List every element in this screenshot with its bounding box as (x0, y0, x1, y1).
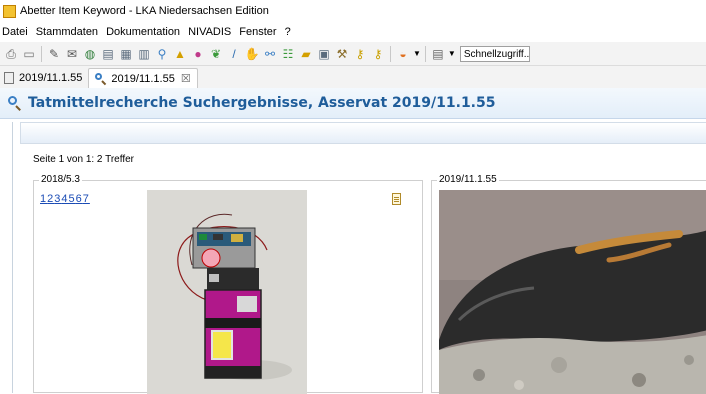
pen-icon[interactable]: / (227, 47, 241, 61)
page-link[interactable]: 4 (61, 193, 68, 205)
save-icon[interactable]: ▭ (22, 47, 36, 61)
clipboard-icon[interactable]: ▤ (101, 47, 115, 61)
tab-label: 2019/11.1.55 (111, 72, 175, 85)
page-title: Tatmittelrecherche Suchergebnisse, Asser… (28, 95, 496, 111)
device-image (147, 190, 307, 394)
close-icon[interactable]: ☒ (181, 72, 191, 85)
tab-label: 2019/11.1.55 (19, 72, 83, 84)
menu-stammdaten[interactable]: Stammdaten (32, 26, 102, 38)
tab-search-results[interactable]: 2019/11.1.55 ☒ (88, 68, 198, 88)
tab-asservat[interactable]: 2019/11.1.55 (0, 68, 88, 88)
card-label: 2019/11.1.55 (437, 174, 499, 186)
toolbar-separator (390, 45, 391, 62)
search-icon (8, 96, 22, 110)
hand-icon[interactable]: ✋ (245, 47, 260, 61)
chevron-down-icon[interactable]: ▼ (448, 49, 456, 58)
mail-icon[interactable]: ✉ (65, 47, 79, 61)
chevron-down-icon[interactable]: ▼ (413, 49, 421, 58)
print-icon[interactable]: ⎙ (4, 47, 18, 61)
color-wheel-icon[interactable]: ● (191, 47, 205, 61)
toolbar-separator (41, 45, 42, 62)
network-icon[interactable]: ⚯ (263, 47, 277, 61)
app-icon (3, 4, 16, 18)
document-icon[interactable]: ▦ (119, 47, 133, 61)
results-header: Tatmittelrecherche Suchergebnisse, Asser… (0, 88, 706, 119)
users-icon[interactable]: ☷ (281, 47, 295, 61)
chart-icon[interactable]: ◒ (396, 47, 410, 61)
list-icon[interactable]: ▤ (431, 47, 445, 61)
window-title: Abetter Item Keyword - LKA Niedersachsen… (20, 5, 269, 17)
title-bar: Abetter Item Keyword - LKA Niedersachsen… (0, 0, 706, 23)
report-icon[interactable]: ▥ (137, 47, 151, 61)
toolbar: ⎙ ▭ ✎ ✉ ◍ ▤ ▦ ▥ ⚲ ▲ ● ❦ / ✋ ⚯ ☷ ▰ ▣ ⚒ ⚷ … (0, 42, 706, 66)
page-links: 1234567 (40, 193, 90, 205)
menu-dokumentation[interactable]: Dokumentation (102, 26, 184, 38)
card-label: 2018/5.3 (39, 174, 82, 186)
key-two-icon[interactable]: ⚷ (371, 47, 385, 61)
key-icon[interactable]: ⚷ (353, 47, 367, 61)
menu-bar: Datei Stammdaten Dokumentation NIVADIS F… (0, 22, 706, 42)
editor-tab-bar: 2019/11.1.55 2019/11.1.55 ☒ (0, 66, 706, 89)
database-icon[interactable]: ▣ (317, 47, 331, 61)
edit-icon[interactable]: ✎ (47, 47, 61, 61)
menu-fenster[interactable]: Fenster (235, 26, 280, 38)
note-icon[interactable] (392, 193, 401, 205)
results-panel: Seite 1 von 1: 2 Treffer 2018/5.3 123456… (12, 122, 706, 394)
menu-nivadis[interactable]: NIVADIS (184, 26, 235, 38)
page-info: Seite 1 von 1: 2 Treffer (33, 154, 134, 165)
section-bar (20, 122, 706, 144)
evidence-photo[interactable] (439, 190, 706, 394)
toolbar-separator (424, 45, 426, 62)
document-icon (4, 72, 14, 84)
result-card: 2018/5.3 1234567 (33, 174, 423, 394)
quick-access-field[interactable]: Schnellzugriff... (459, 45, 530, 62)
menu-help[interactable]: ? (281, 26, 295, 38)
warning-icon[interactable]: ▲ (173, 47, 187, 61)
result-card: 2019/11.1.55 (431, 174, 706, 394)
device-photo[interactable] (147, 190, 307, 394)
tools-icon[interactable]: ⚒ (335, 47, 349, 61)
page-link[interactable]: 6 (76, 193, 83, 205)
page-link[interactable]: 5 (69, 193, 76, 205)
brush-icon[interactable]: ❦ (209, 47, 223, 61)
search-icon (95, 72, 107, 85)
evidence-image (439, 190, 706, 394)
menu-datei[interactable]: Datei (0, 26, 32, 38)
folder-icon[interactable]: ▰ (299, 47, 313, 61)
search-icon[interactable]: ⚲ (155, 47, 169, 61)
page-link[interactable]: 7 (83, 193, 90, 205)
globe-icon[interactable]: ◍ (83, 47, 97, 61)
